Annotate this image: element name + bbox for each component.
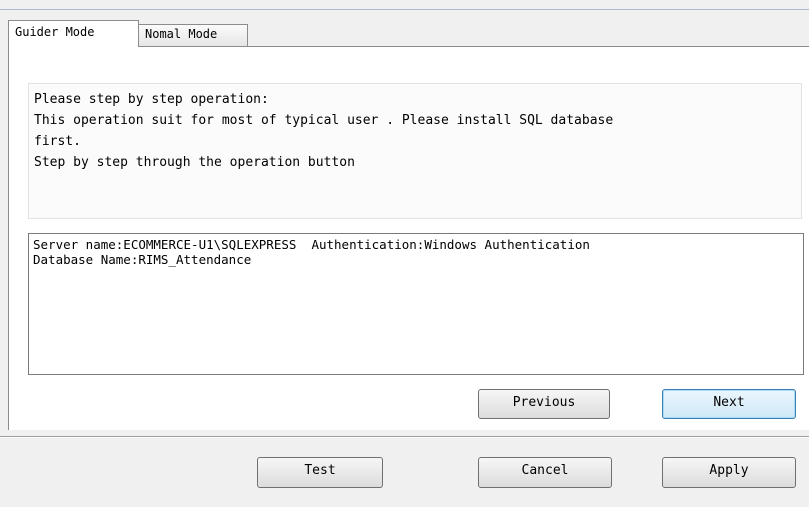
description-line: Step by step through the operation butto… [34,155,355,170]
next-button[interactable]: Next [662,389,796,419]
tab-strip: Guider Mode Nomal Mode [0,10,809,47]
window-top-border [0,0,809,10]
previous-button[interactable]: Previous [478,389,610,419]
tab-nomal-mode[interactable]: Nomal Mode [139,24,248,46]
separator [0,436,809,438]
description-box: Please step by step operation: This oper… [28,83,802,219]
tab-guider-mode[interactable]: Guider Mode [8,20,139,47]
cancel-button[interactable]: Cancel [478,457,612,488]
test-button[interactable]: Test [257,457,383,488]
server-info-line: Server name:ECOMMERCE-U1\SQLEXPRESS Auth… [33,237,590,252]
description-line: This operation suit for most of typical … [34,113,614,128]
apply-button[interactable]: Apply [662,457,796,488]
description-line: first. [34,134,81,149]
description-line: Please step by step operation: [34,92,269,107]
connection-info-textbox[interactable]: Server name:ECOMMERCE-U1\SQLEXPRESS Auth… [28,233,804,375]
database-info-line: Database Name:RIMS_Attendance [33,252,252,267]
